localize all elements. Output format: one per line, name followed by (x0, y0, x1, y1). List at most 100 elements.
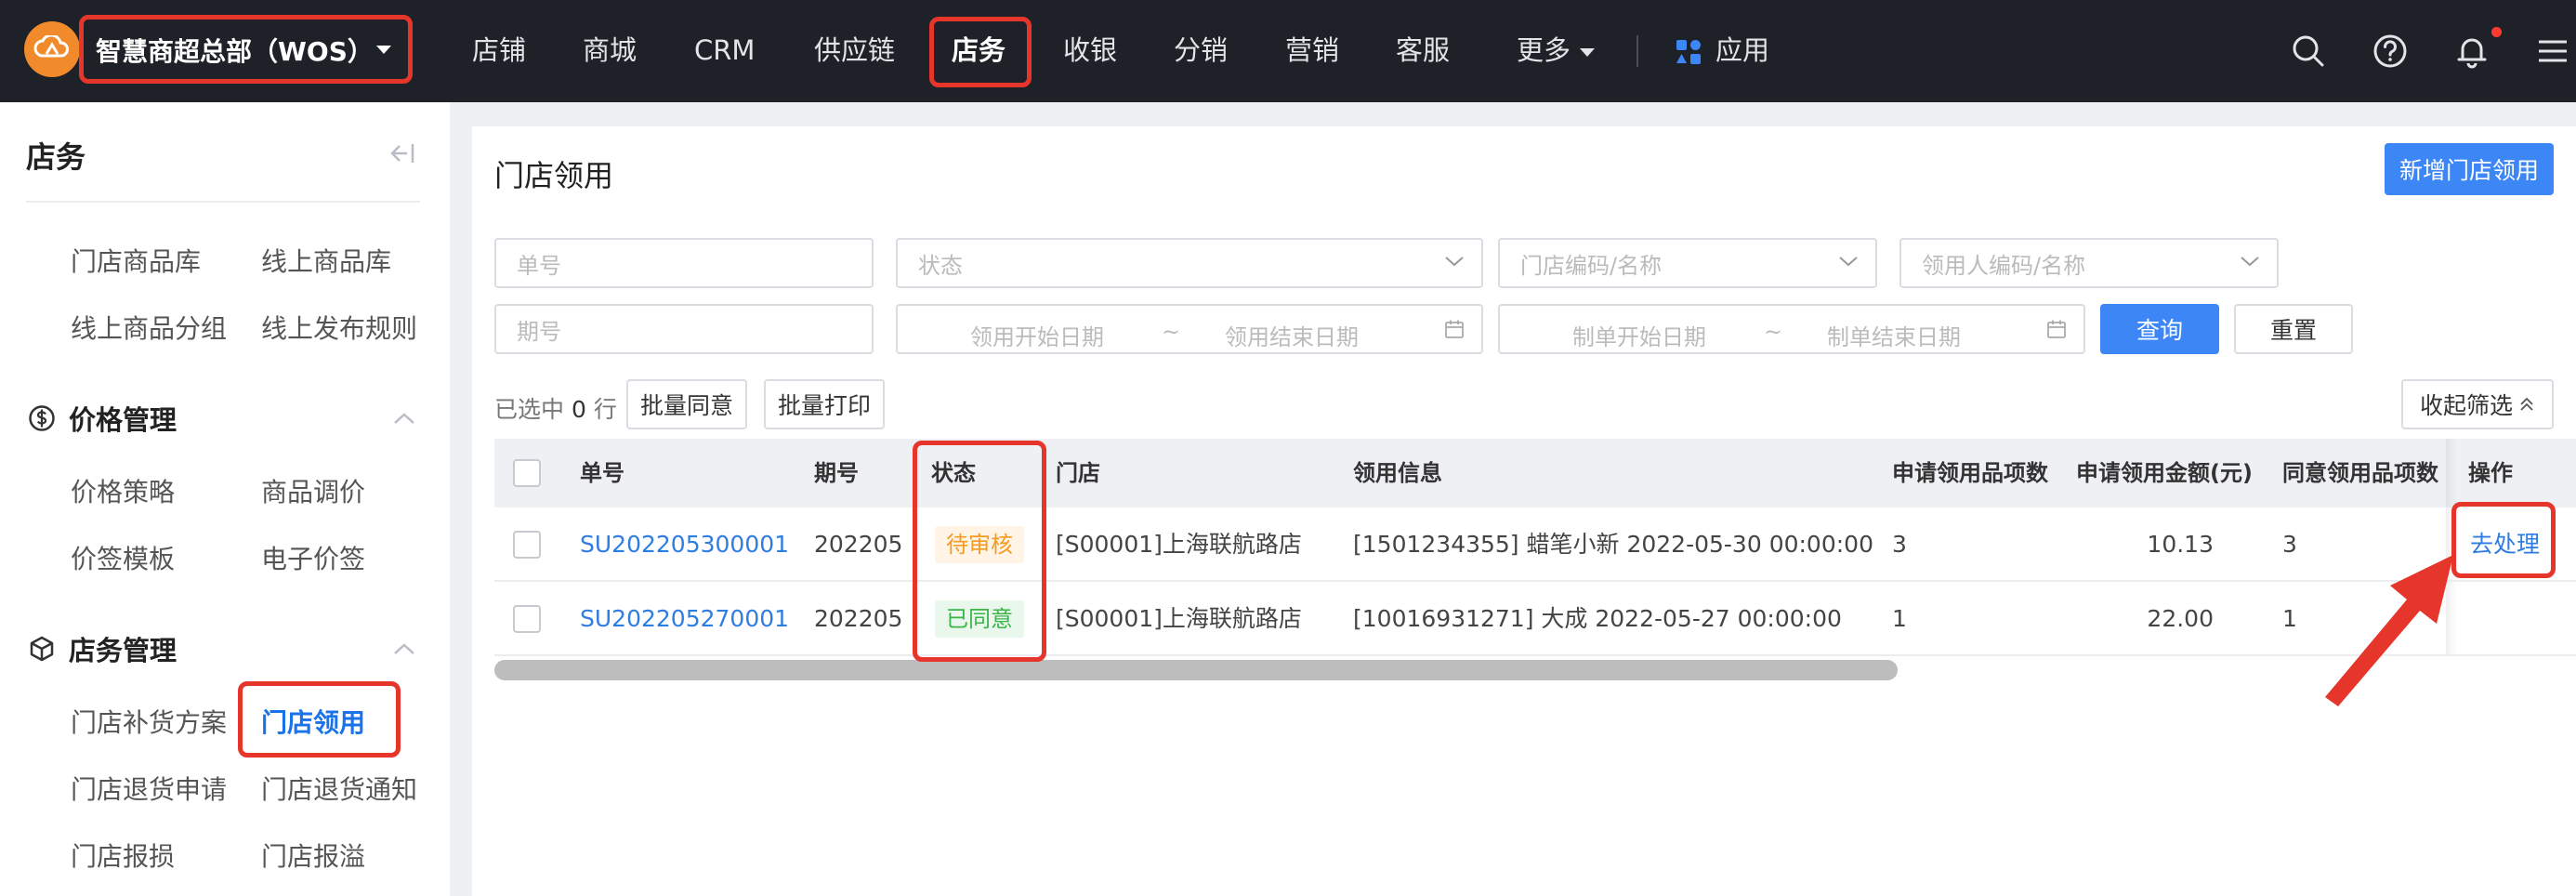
order-no-input[interactable]: 单号 (494, 238, 874, 288)
sidebar-group-store-ops[interactable]: 店务管理 (28, 630, 177, 667)
nav-store[interactable]: 店铺 (472, 0, 526, 102)
selected-count: 0 (571, 396, 586, 423)
nav-distribution[interactable]: 分销 (1174, 0, 1228, 102)
nav-customer-service[interactable]: 客服 (1396, 0, 1450, 102)
make-start-date: 制单开始日期 (1572, 324, 1706, 350)
collapse-sidebar-icon[interactable] (388, 141, 416, 165)
order-no-placeholder: 单号 (517, 252, 561, 279)
chevron-up-icon[interactable] (392, 641, 416, 656)
nav-crm[interactable]: CRM (694, 0, 755, 102)
row-checkbox[interactable] (513, 531, 541, 559)
sidebar-item-price-adjust[interactable]: 商品调价 (261, 472, 365, 509)
calendar-icon (2047, 320, 2066, 338)
main-panel: 门店领用 新增门店领用 单号 状态 门店编码/名称 领用人编码/名称 期号 领用… (472, 126, 2576, 896)
nav-apps[interactable]: 应用 (1715, 0, 1769, 102)
help-icon[interactable] (2372, 33, 2408, 69)
sidebar-item-loss-report[interactable]: 门店报损 (71, 837, 175, 874)
sidebar-group-label: 店务管理 (69, 635, 177, 666)
nav-supply-chain[interactable]: 供应链 (814, 0, 895, 102)
sidebar-item-return-notice[interactable]: 门店退货通知 (261, 770, 417, 807)
store-cell: [S00001]上海联航路店 (1056, 605, 1302, 632)
bulk-print-button[interactable]: 批量打印 (764, 379, 885, 429)
sidebar-item-overflow-report[interactable]: 门店报溢 (261, 837, 365, 874)
table-row: SU202205300001 202205 待审核 [S00001]上海联航路店… (494, 507, 2576, 582)
caret-down-icon (376, 46, 391, 54)
column-header-apply-amount[interactable]: 申请领用金额(元) (2076, 439, 2253, 507)
menu-icon[interactable] (2535, 33, 2570, 69)
selected-count-text: 已选中 0 行 (494, 391, 617, 425)
order-no-link[interactable]: SU202205270001 (580, 582, 789, 656)
nav-cashier[interactable]: 收银 (1063, 0, 1117, 102)
store-select[interactable]: 门店编码/名称 (1498, 238, 1877, 288)
use-start-date: 领用开始日期 (970, 324, 1104, 350)
sidebar-item-store-requisition[interactable]: 门店领用 (261, 703, 365, 740)
horizontal-scrollbar[interactable] (494, 660, 1898, 680)
chevron-up-icon[interactable] (392, 411, 416, 426)
agree-items-cell: 3 (2282, 531, 2297, 558)
apps-grid-icon[interactable] (1676, 39, 1702, 65)
chevron-down-icon (1839, 257, 1858, 267)
select-all-checkbox[interactable] (513, 459, 541, 487)
use-date-range-picker[interactable]: 领用开始日期 ~ 领用结束日期 (896, 304, 1483, 354)
sidebar-item-publish-rules[interactable]: 线上发布规则 (261, 309, 417, 346)
nav-more[interactable]: 更多 (1517, 0, 1596, 102)
apply-items-cell: 3 (1892, 531, 1907, 558)
shop-switcher[interactable]: 智慧商超总部（WOS） (81, 18, 409, 83)
store-cell: [S00001]上海联航路店 (1056, 531, 1302, 558)
make-date-range-picker[interactable]: 制单开始日期 ~ 制单结束日期 (1498, 304, 2085, 354)
store-placeholder: 门店编码/名称 (1520, 252, 1663, 279)
sidebar-item-e-label[interactable]: 电子价签 (261, 539, 365, 576)
shop-name: 智慧商超总部（WOS） (96, 36, 374, 67)
process-link[interactable]: 去处理 (2470, 507, 2540, 582)
column-header-store[interactable]: 门店 (1056, 439, 1100, 507)
apply-items-cell: 1 (1892, 605, 1907, 632)
column-header-period[interactable]: 期号 (814, 439, 859, 507)
sidebar-group-price[interactable]: 价格管理 (28, 400, 177, 437)
nav-mall[interactable]: 商城 (583, 0, 637, 102)
query-button[interactable]: 查询 (2100, 304, 2219, 354)
period-input[interactable]: 期号 (494, 304, 874, 354)
fixed-column-shadow (2446, 439, 2457, 507)
table-header: 单号 期号 状态 门店 领用信息 申请领用品项数 申请领用金额(元) 同意领用品… (494, 439, 2576, 507)
status-select[interactable]: 状态 (896, 238, 1483, 288)
period-cell: 202205 (814, 605, 903, 632)
column-header-status[interactable]: 状态 (931, 439, 976, 507)
sidebar-divider (26, 201, 420, 203)
sidebar-item-return-request[interactable]: 门店退货申请 (71, 770, 227, 807)
column-header-apply-items[interactable]: 申请领用品项数 (1892, 439, 2048, 507)
top-navigation-bar: 智慧商超总部（WOS） 店铺 商城 CRM 供应链 店务 收银 分销 营销 客服… (0, 0, 2576, 102)
sidebar-item-replenish-plan[interactable]: 门店补货方案 (71, 703, 227, 740)
row-checkbox[interactable] (513, 605, 541, 633)
sidebar-title: 店务 (26, 139, 86, 175)
sidebar-item-price-strategy[interactable]: 价格策略 (71, 472, 175, 509)
requester-select[interactable]: 领用人编码/名称 (1899, 238, 2279, 288)
sidebar-item-store-goods[interactable]: 门店商品库 (71, 242, 201, 279)
sidebar: 店务 门店商品库 线上商品库 线上商品分组 线上发布规则 价格管理 价格策略 商… (0, 102, 450, 896)
table-row: SU202205270001 202205 已同意 [S00001]上海联航路店… (494, 582, 2576, 656)
column-header-order-no[interactable]: 单号 (580, 439, 624, 507)
collapse-filter-button[interactable]: 收起筛选 (2401, 379, 2554, 429)
sidebar-item-label-template[interactable]: 价签模板 (71, 539, 175, 576)
sidebar-item-online-goods[interactable]: 线上商品库 (261, 242, 391, 279)
info-cell: [10016931271] 大成 2022-05-27 00:00:00 (1353, 605, 1842, 632)
reset-button[interactable]: 重置 (2234, 304, 2353, 354)
nav-marketing[interactable]: 营销 (1285, 0, 1339, 102)
bell-icon[interactable] (2454, 33, 2490, 69)
make-end-date: 制单结束日期 (1827, 324, 1961, 350)
apply-amount-cell: 10.13 (2147, 531, 2214, 558)
status-badge: 已同意 (935, 600, 1024, 638)
annotation-arrow-icon (2325, 555, 2453, 706)
calendar-icon (1445, 320, 1464, 338)
chevron-down-icon (1445, 257, 1464, 267)
order-no-link[interactable]: SU202205300001 (580, 507, 789, 582)
search-icon[interactable] (2291, 33, 2326, 69)
nav-store-ops[interactable]: 店务 (952, 0, 1005, 102)
column-header-agree-items[interactable]: 同意领用品项数 (2282, 439, 2438, 507)
dollar-circle-icon (29, 405, 55, 431)
column-header-info[interactable]: 领用信息 (1353, 439, 1442, 507)
sidebar-group-label: 价格管理 (69, 404, 177, 436)
sidebar-item-online-groups[interactable]: 线上商品分组 (71, 309, 227, 346)
new-requisition-button[interactable]: 新增门店领用 (2385, 143, 2554, 195)
bulk-approve-button[interactable]: 批量同意 (626, 379, 747, 429)
brand-logo-icon[interactable] (24, 21, 80, 77)
